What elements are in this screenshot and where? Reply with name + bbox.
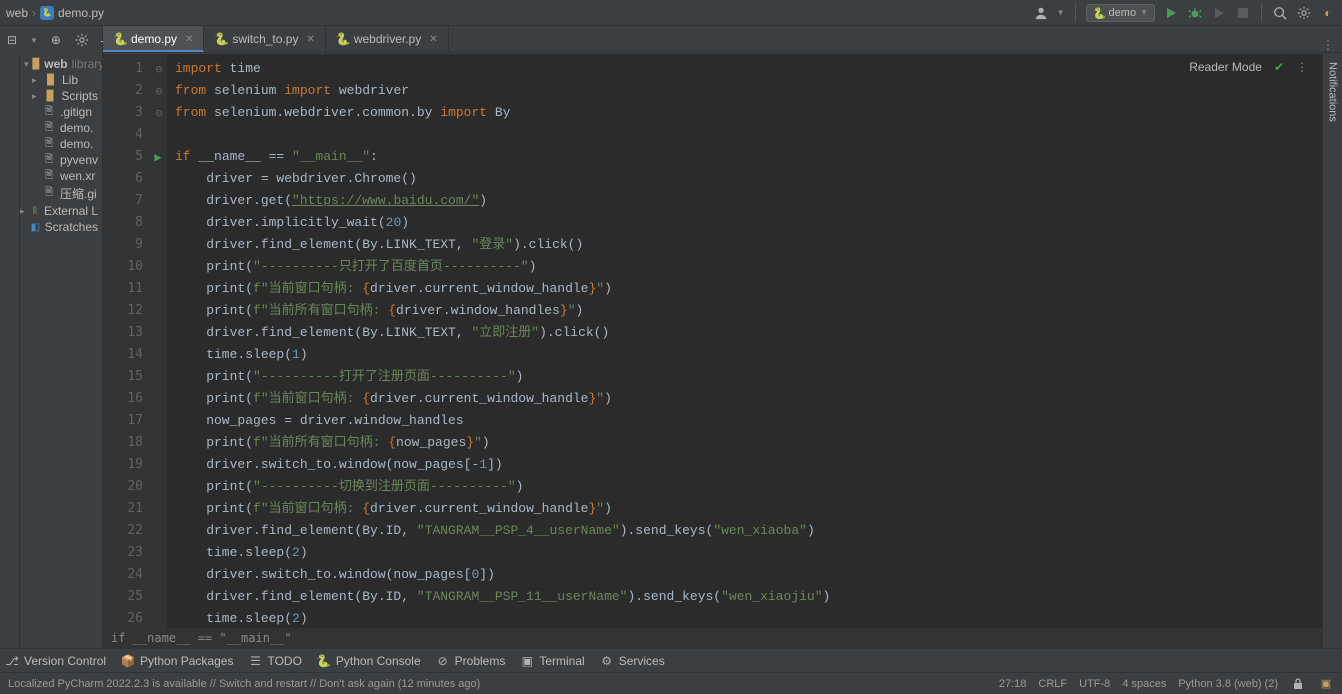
line-number-gutter[interactable]: 1234567891011121314151617181920212223242…: [103, 54, 151, 628]
reader-mode-label[interactable]: Reader Mode: [1189, 60, 1262, 74]
bottom-panel-python-console[interactable]: 🐍Python Console: [316, 653, 421, 669]
tree-item[interactable]: 🗎pyvenv: [20, 152, 102, 168]
panel-icon: ▣: [519, 653, 535, 669]
tab-webdriver-py[interactable]: 🐍 webdriver.py ✕: [326, 26, 449, 52]
python-file-icon: 🐍: [113, 32, 127, 46]
tree-item[interactable]: 🗎demo.: [20, 120, 102, 136]
file-icon: 🗎: [42, 121, 56, 135]
folder-icon: ▉: [44, 89, 58, 103]
file-icon: 🗎: [42, 187, 56, 201]
tree-item[interactable]: 🗎demo.: [20, 136, 102, 152]
gutter-marks[interactable]: ⊖⊖⊖ ▶: [151, 54, 167, 628]
bottom-panel-terminal[interactable]: ▣Terminal: [519, 653, 584, 669]
file-icon: 🗎: [42, 105, 56, 119]
panel-icon: ⎇: [4, 653, 20, 669]
tree-item[interactable]: 🗎.gitign: [20, 104, 102, 120]
python-file-icon: 🐍: [336, 32, 350, 46]
tree-item[interactable]: 🗎压缩.gi: [20, 184, 102, 203]
panel-icon: 🐍: [316, 653, 332, 669]
tab-switch-to-py[interactable]: 🐍 switch_to.py ✕: [204, 26, 325, 52]
panel-icon: ⚙: [599, 653, 615, 669]
run-configuration-selector[interactable]: 🐍 demo ▼: [1086, 4, 1155, 22]
breadcrumb-sep: ›: [32, 6, 36, 20]
tree-item[interactable]: 🗎wen.xr: [20, 168, 102, 184]
bottom-panel-problems[interactable]: ⊘Problems: [435, 653, 506, 669]
breadcrumb[interactable]: web › 🐍 demo.py: [6, 6, 1033, 20]
folder-icon: ▉: [44, 73, 58, 87]
breadcrumb-file[interactable]: demo.py: [58, 6, 104, 20]
panel-icon: ⊘: [435, 653, 451, 669]
gear-icon[interactable]: [74, 32, 90, 48]
bottom-panel-python-packages[interactable]: 📦Python Packages: [120, 653, 233, 669]
python-icon: 🐍: [1093, 7, 1105, 19]
close-icon[interactable]: ✕: [185, 34, 193, 45]
run-coverage-icon[interactable]: [1211, 5, 1227, 21]
inspection-ok-icon[interactable]: ✔: [1274, 60, 1284, 74]
stop-button[interactable]: [1235, 5, 1251, 21]
user-icon[interactable]: [1033, 5, 1049, 21]
debug-button[interactable]: [1187, 5, 1203, 21]
scratches-icon: ◧: [30, 220, 41, 234]
tab-demo-py[interactable]: 🐍 demo.py ✕: [103, 26, 204, 52]
panel-icon: ☰: [247, 653, 263, 669]
status-caret[interactable]: 27:18: [999, 678, 1027, 690]
status-interpreter[interactable]: Python 3.8 (web) (2): [1178, 678, 1278, 690]
chevron-right-icon[interactable]: ▸: [32, 75, 40, 86]
code-editor[interactable]: import timefrom selenium import webdrive…: [167, 54, 1322, 628]
tree-item[interactable]: ▸▉Scripts: [20, 88, 102, 104]
search-everywhere-icon[interactable]: [1272, 5, 1288, 21]
code-breadcrumb[interactable]: if __name__ == "__main__": [103, 628, 1322, 648]
breadcrumb-folder[interactable]: web: [6, 6, 28, 20]
tree-item[interactable]: ▸▉Lib: [20, 72, 102, 88]
lock-icon[interactable]: [1290, 676, 1306, 692]
status-line-sep[interactable]: CRLF: [1038, 678, 1067, 690]
tree-external-libraries[interactable]: ▸ ⫴ External L: [20, 203, 102, 219]
tree-scratches[interactable]: ◧ Scratches: [20, 219, 102, 235]
panel-icon: 📦: [120, 653, 136, 669]
library-icon: ⫴: [30, 204, 40, 218]
project-tool-window[interactable]: ▾ ▉ web library ▸▉Lib▸▉Scripts🗎.gitign🗎d…: [20, 54, 103, 648]
run-button[interactable]: [1163, 5, 1179, 21]
python-file-icon: 🐍: [40, 6, 54, 20]
notifications-stripe[interactable]: Notifications: [1322, 54, 1342, 648]
close-icon[interactable]: ✕: [306, 34, 314, 45]
ide-status-icon[interactable]: ◐: [1320, 5, 1336, 21]
status-widget-icon[interactable]: ▣: [1318, 676, 1334, 692]
tree-root[interactable]: ▾ ▉ web library: [20, 56, 102, 72]
bottom-panel-todo[interactable]: ☰TODO: [247, 653, 301, 669]
python-file-icon: 🐍: [214, 32, 228, 46]
file-icon: 🗎: [42, 153, 56, 167]
close-icon[interactable]: ✕: [429, 34, 437, 45]
expand-icon[interactable]: ⊕: [48, 32, 64, 48]
file-icon: 🗎: [42, 169, 56, 183]
chevron-right-icon[interactable]: ▸: [32, 91, 40, 102]
bottom-panel-version-control[interactable]: ⎇Version Control: [4, 653, 106, 669]
file-icon: 🗎: [42, 137, 56, 151]
select-target-icon[interactable]: ⊟: [4, 32, 20, 48]
editor-menu-icon[interactable]: ⋮: [1296, 60, 1308, 74]
status-message[interactable]: Localized PyCharm 2022.2.3 is available …: [8, 678, 999, 690]
folder-icon: ▉: [33, 57, 41, 71]
status-indent[interactable]: 4 spaces: [1122, 678, 1166, 690]
chevron-right-icon[interactable]: ▸: [20, 206, 26, 217]
settings-icon[interactable]: [1296, 5, 1312, 21]
status-encoding[interactable]: UTF-8: [1079, 678, 1110, 690]
bottom-panel-services[interactable]: ⚙Services: [599, 653, 665, 669]
left-gutter-stripe: [0, 54, 20, 648]
chevron-down-icon[interactable]: ▾: [24, 59, 29, 70]
tab-bar-menu-icon[interactable]: ⋮: [1322, 38, 1342, 52]
